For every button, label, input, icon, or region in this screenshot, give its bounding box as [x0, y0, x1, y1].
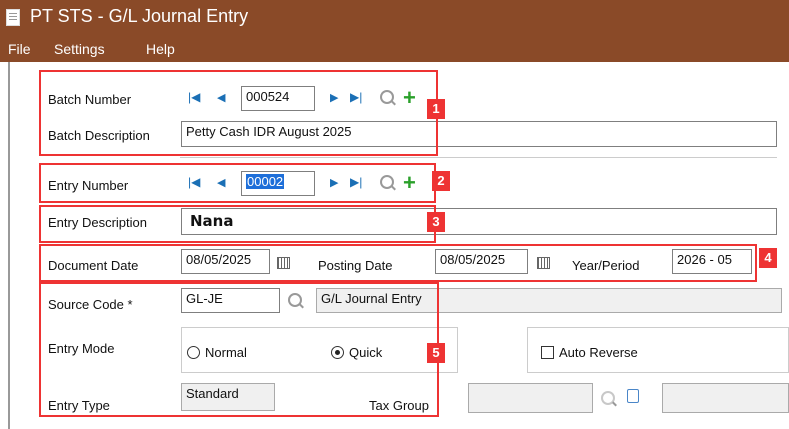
menu-settings[interactable]: Settings	[54, 41, 105, 57]
annotation-box-entry-description	[39, 205, 436, 243]
section-divider	[180, 157, 777, 158]
annotation-tag-4: 4	[759, 248, 777, 268]
tax-group-info-icon[interactable]	[627, 389, 639, 403]
annotation-box-source	[39, 282, 439, 417]
menu-file[interactable]: File	[8, 41, 31, 57]
annotation-box-dates	[39, 244, 757, 282]
menu-help[interactable]: Help	[146, 41, 175, 57]
annotation-tag-5: 5	[427, 343, 445, 363]
window-title: PT STS - G/L Journal Entry	[30, 6, 249, 26]
annotation-tag-3: 3	[427, 212, 445, 232]
annotation-box-batch	[39, 70, 438, 156]
menu-bar: File Settings Help	[0, 38, 789, 62]
annotation-tag-1: 1	[427, 99, 445, 119]
annotation-box-entry-number	[39, 163, 436, 203]
auto-reverse-label: Auto Reverse	[559, 345, 638, 360]
tax-group-search-icon[interactable]	[601, 391, 615, 405]
tax-group-description	[662, 383, 789, 413]
auto-reverse-checkbox[interactable]	[541, 346, 554, 359]
tax-group-input[interactable]	[468, 383, 593, 413]
annotation-tag-2: 2	[432, 171, 450, 191]
title-bar: PT STS - G/L Journal Entry	[0, 0, 789, 38]
app-document-icon	[6, 9, 20, 26]
